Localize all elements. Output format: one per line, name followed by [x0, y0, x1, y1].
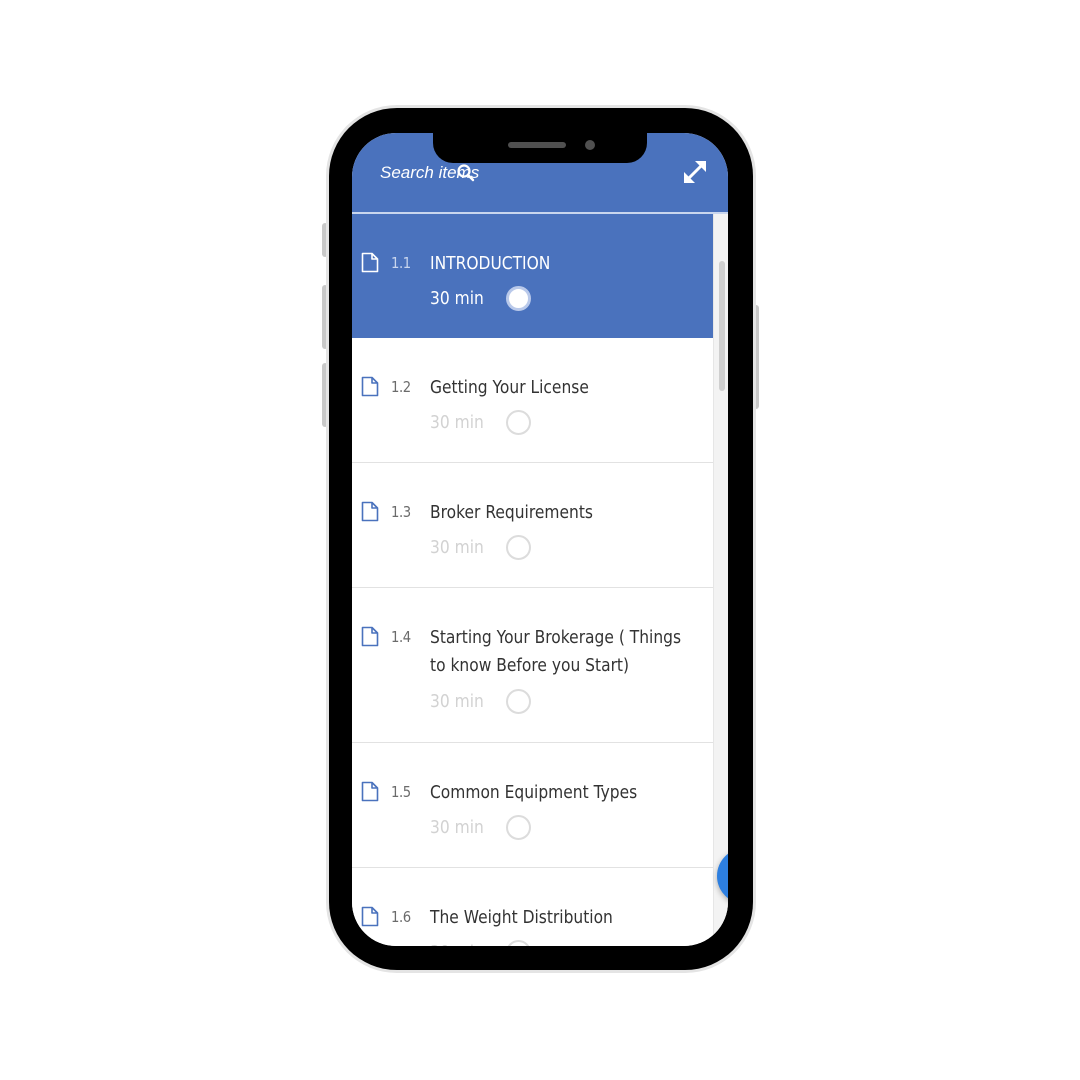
completion-status-circle [506, 535, 531, 560]
completion-status-circle [506, 689, 531, 714]
completion-status-circle [506, 815, 531, 840]
lesson-title: Getting Your License [430, 377, 589, 398]
document-icon [361, 252, 379, 273]
scrollbar-thumb[interactable] [719, 261, 725, 391]
lesson-number: 1.2 [391, 378, 411, 396]
phone-mute-switch [322, 223, 328, 257]
lesson-duration: 30 min [430, 817, 484, 838]
lesson-title: Broker Requirements [430, 502, 593, 523]
lesson-duration: 30 min [430, 537, 484, 558]
lesson-item-1-2[interactable]: 1.2 Getting Your License 30 min [352, 338, 713, 463]
lesson-title: Starting Your Brokerage ( Things to know… [430, 624, 682, 680]
phone-power-button [753, 305, 759, 409]
completion-status-circle [506, 286, 531, 311]
document-icon [361, 501, 379, 522]
lesson-item-1-1[interactable]: 1.1 INTRODUCTION 30 min [352, 214, 713, 338]
phone-notch [433, 133, 647, 163]
lesson-item-1-5[interactable]: 1.5 Common Equipment Types 30 min [352, 743, 713, 868]
front-camera [585, 140, 595, 150]
lesson-title: The Weight Distribution [430, 907, 613, 928]
search-icon[interactable] [456, 163, 476, 183]
lesson-duration: 30 min [430, 288, 484, 309]
lesson-duration: 30 min [430, 942, 495, 946]
lesson-number: 1.1 [391, 254, 411, 272]
lesson-title-line-2: to know Before you Start) [430, 655, 630, 676]
phone-volume-up-button [322, 285, 328, 349]
phone-volume-down-button [322, 363, 328, 427]
lesson-number: 1.6 [391, 908, 411, 926]
search-input[interactable] [380, 161, 500, 185]
lesson-item-1-3[interactable]: 1.3 Broker Requirements 30 min [352, 463, 713, 588]
document-icon [361, 626, 379, 647]
lesson-title-line-1: Starting Your Brokerage ( Things [430, 627, 682, 648]
document-icon [361, 781, 379, 802]
speaker-grille [508, 142, 566, 148]
phone-screen: 1.1 INTRODUCTION 30 min 1.2 Getting Your… [352, 133, 728, 946]
lesson-list: 1.1 INTRODUCTION 30 min 1.2 Getting Your… [352, 214, 713, 946]
lesson-item-1-6[interactable]: 1.6 The Weight Distribution 30 min [352, 868, 713, 946]
completion-status-circle [506, 940, 531, 946]
document-icon [361, 906, 379, 927]
document-icon [361, 376, 379, 397]
lesson-title: Common Equipment Types [430, 782, 638, 803]
lesson-number: 1.5 [391, 783, 411, 801]
lesson-title: INTRODUCTION [430, 253, 551, 274]
lesson-duration: 30 min [430, 691, 484, 712]
lesson-number: 1.3 [391, 503, 411, 521]
lesson-duration: 30 min [430, 412, 484, 433]
lesson-item-1-4[interactable]: 1.4 Starting Your Brokerage ( Things to … [352, 588, 713, 743]
lesson-number: 1.4 [391, 628, 411, 646]
completion-status-circle [506, 410, 531, 435]
expand-arrows-icon[interactable] [681, 158, 709, 186]
